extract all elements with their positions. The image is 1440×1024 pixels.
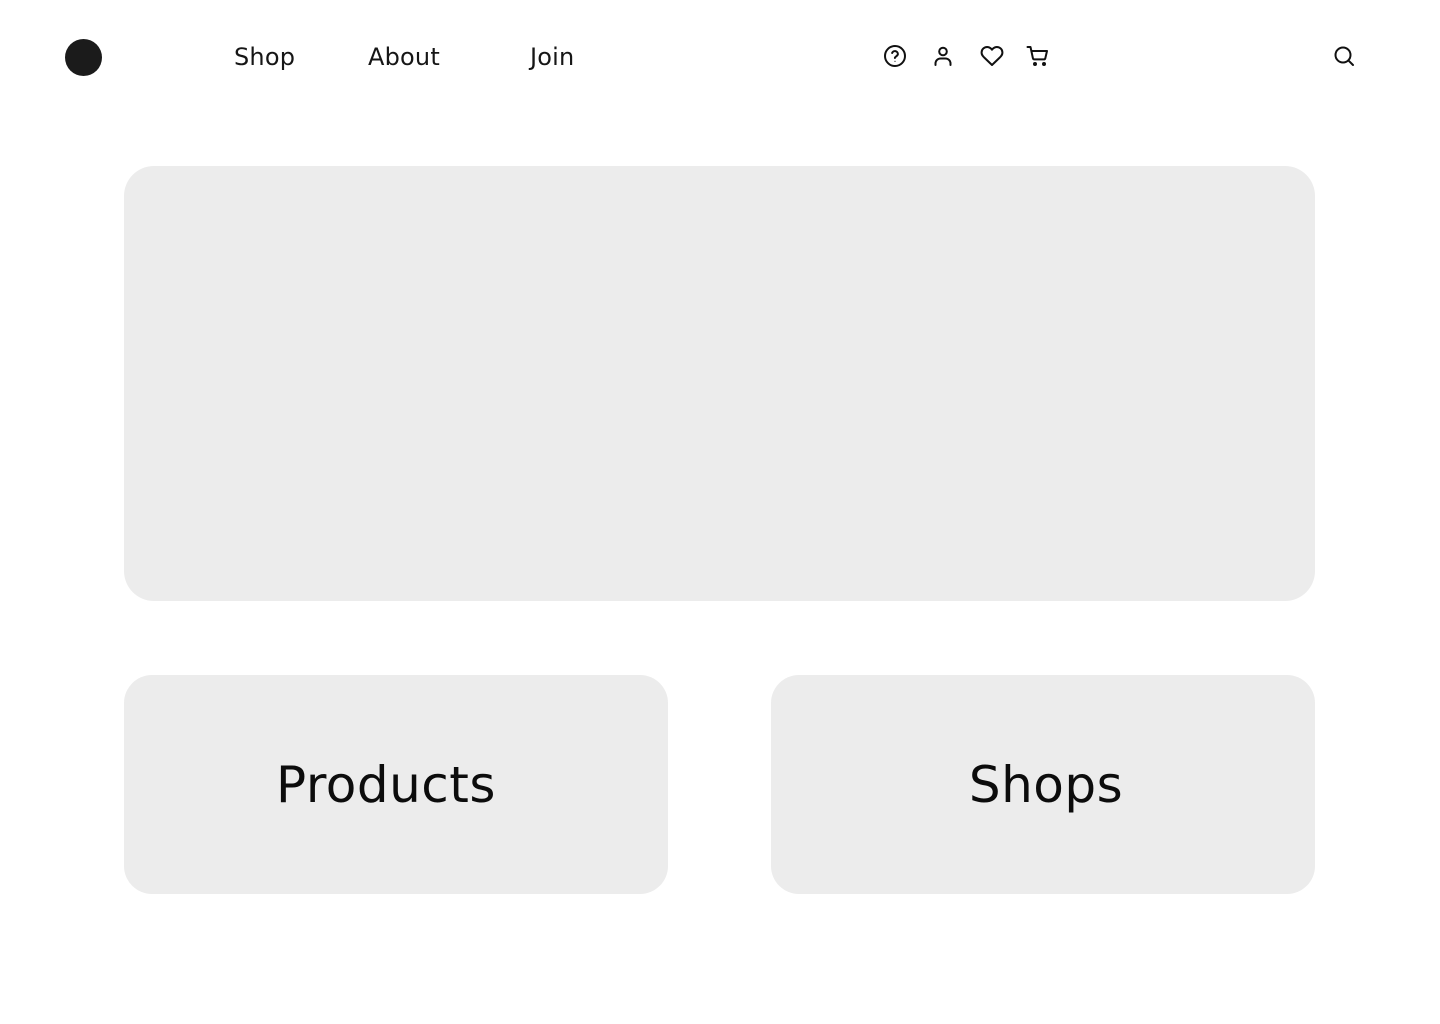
nav-link-shop[interactable]: Shop xyxy=(234,41,295,73)
brand-logo[interactable] xyxy=(65,39,102,76)
nav-link-about[interactable]: About xyxy=(368,41,440,73)
hero-banner xyxy=(124,166,1315,601)
nav-link-join[interactable]: Join xyxy=(530,41,574,73)
heart-icon[interactable] xyxy=(979,43,1005,69)
shops-card-label: Shops xyxy=(968,755,1124,814)
products-card[interactable]: Products xyxy=(124,675,668,894)
page: Shop About Join Products Shops xyxy=(0,0,1440,1024)
search-icon[interactable] xyxy=(1331,43,1357,69)
products-card-label: Products xyxy=(276,755,496,814)
shops-card[interactable]: Shops xyxy=(771,675,1315,894)
cart-icon[interactable] xyxy=(1025,43,1051,69)
user-icon[interactable] xyxy=(930,43,956,69)
help-icon[interactable] xyxy=(882,43,908,69)
